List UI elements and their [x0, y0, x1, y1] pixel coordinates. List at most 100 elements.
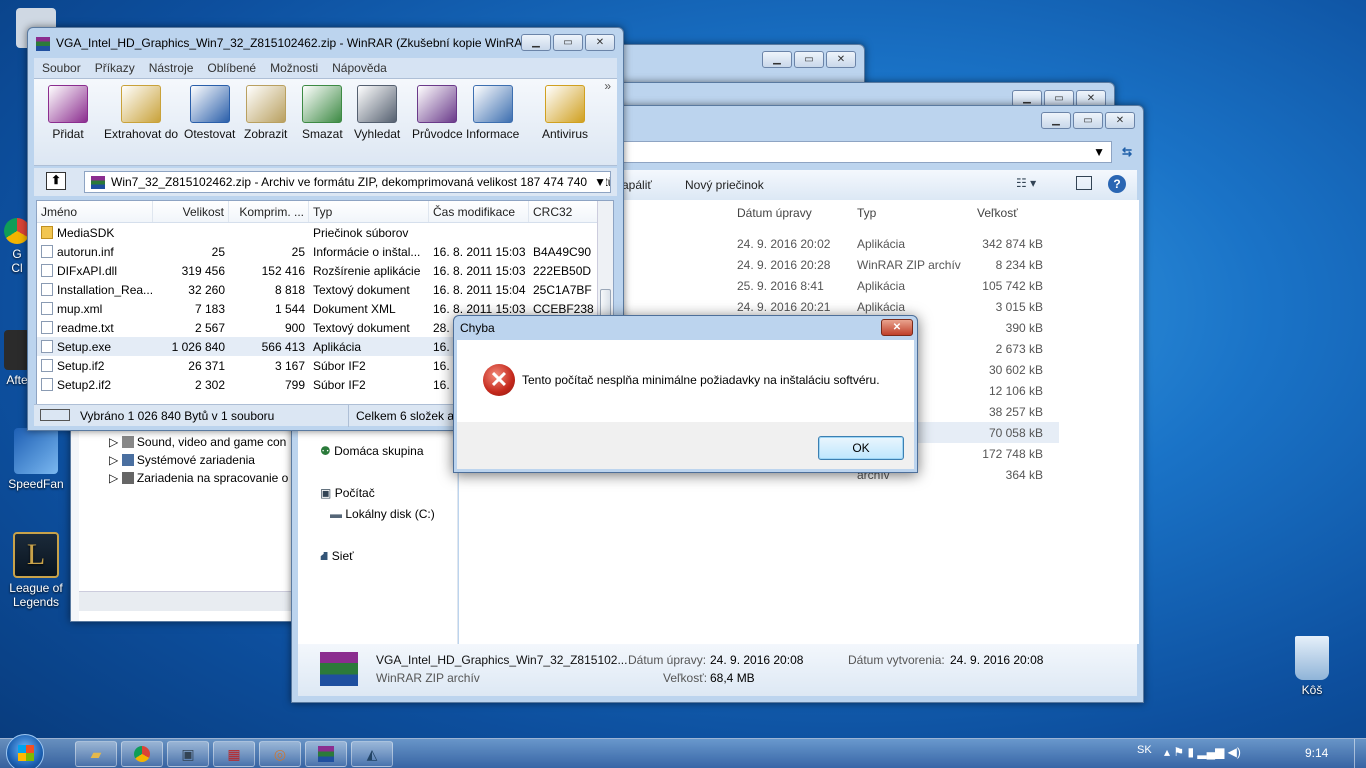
chevron-down-icon[interactable]: ▼ [590, 175, 606, 189]
minimize-button[interactable]: ▁ [1041, 112, 1071, 129]
toolbar-button[interactable]: Antivirus [542, 85, 588, 141]
find-icon [357, 85, 398, 123]
archive-path[interactable]: Win7_32_Z815102462.zip - Archiv ve formá… [84, 171, 611, 193]
close-button[interactable]: ✕ [881, 319, 913, 336]
start-button[interactable] [6, 734, 44, 768]
column-header[interactable]: Komprim. ... [229, 201, 309, 222]
desktop-icon-speedfan[interactable]: SpeedFan [6, 428, 66, 491]
table-cell: 25 [153, 245, 229, 259]
toolbar-button[interactable]: Zobrazit [244, 85, 287, 141]
menu-item[interactable]: Nápověda [332, 61, 387, 75]
error-dialog[interactable]: Chyba ✕ ✕ Tento počítač nesplňa minimáln… [453, 315, 918, 473]
cell-size: 342 874 kB [982, 236, 1043, 251]
tree-item[interactable]: ▷ Sound, video and game con [109, 435, 288, 453]
device-manager-window[interactable]: ▷ Sound, video and game con ▷ Systémové … [70, 400, 300, 622]
league-of-legends-icon: L [13, 532, 59, 578]
error-icon: ✕ [483, 364, 515, 396]
language-indicator[interactable]: SK [1137, 744, 1152, 756]
cell-size: 390 kB [1005, 320, 1043, 335]
address-bar[interactable]: ▼ [612, 141, 1112, 163]
nav-computer[interactable]: ▣ Počítač [320, 486, 375, 500]
minimize-button[interactable]: ▁ [521, 34, 551, 51]
show-desktop-button[interactable] [1354, 739, 1366, 768]
help-icon[interactable]: ? [1108, 175, 1126, 193]
cell-type: Aplikácia [857, 299, 906, 314]
table-cell: 25 [229, 245, 309, 259]
nav-local-disk[interactable]: ▬ Lokálny disk (C:) [330, 507, 435, 521]
path-bar: ⬆ Win7_32_Z815102462.zip - Archiv ve for… [34, 168, 617, 196]
cell-date: 24. 9. 2016 20:21 [737, 299, 831, 314]
maximize-button[interactable]: ▭ [794, 51, 824, 68]
close-button[interactable]: ✕ [826, 51, 856, 68]
clock[interactable]: 9:14 [1305, 746, 1328, 760]
table-cell: 7 183 [153, 302, 229, 316]
table-row[interactable]: MediaSDK Priečinok súborov [37, 223, 613, 242]
minimize-button[interactable]: ▁ [762, 51, 792, 68]
cell-text: 16. 8. 2011 15:03 [433, 263, 526, 278]
column-header[interactable]: CRC32 [529, 201, 599, 222]
taskbar-device-manager[interactable]: ▣ [167, 741, 209, 767]
menu-item[interactable]: Možnosti [270, 61, 318, 75]
nav-homegroup[interactable]: ⚉ Domáca skupina [320, 444, 424, 458]
toolbar-label: Průvodce [412, 127, 463, 141]
cell-type: Aplikácia [857, 236, 906, 251]
taskbar-app-2[interactable]: ◎ [259, 741, 301, 767]
taskbar-explorer[interactable]: ▰ [75, 741, 117, 767]
app-icon: ◎ [273, 746, 287, 762]
table-cell: 8 818 [229, 283, 309, 297]
table-row[interactable]: autorun.inf 25 25 Informácie o inštal... 16.… [37, 242, 613, 261]
tray-icons[interactable]: ▴ ⚑ ▮ ▂▄▆ ◀) [1164, 745, 1241, 759]
cell-text: Rozšírenie aplikácie [313, 263, 421, 278]
toolbar-button[interactable]: Smazat [302, 85, 343, 141]
menu-item[interactable]: Soubor [42, 61, 81, 75]
tree-item[interactable]: ▷ Zariadenia na spracovanie o [109, 471, 288, 489]
menu-item[interactable]: Nástroje [149, 61, 194, 75]
taskbar-winrar[interactable] [305, 741, 347, 767]
toolbar-button[interactable]: Vyhledat [354, 85, 400, 141]
toolbar-overflow-icon[interactable]: » [604, 79, 611, 93]
winrar-app-icon [36, 37, 50, 51]
table-row[interactable]: DIFxAPI.dll 319 456 152 416 Rozšírenie apli… [37, 261, 613, 280]
maximize-button[interactable]: ▭ [1073, 112, 1103, 129]
cell-text: 799 [284, 377, 305, 392]
table-cell: Informácie o inštal... [309, 245, 429, 259]
nav-network[interactable]: ⛘ Sieť [320, 549, 354, 565]
details-file-name: VGA_Intel_HD_Graphics_Win7_32_Z815102... [376, 653, 628, 667]
toolbar-button[interactable]: Otestovat [184, 85, 235, 141]
toolbar-button[interactable]: Průvodce [412, 85, 463, 141]
taskbar-chrome[interactable] [121, 741, 163, 767]
refresh-icon[interactable]: ⇆ [1116, 141, 1138, 163]
desktop-icon-recycle-bin[interactable]: Kôš [1282, 636, 1342, 697]
cell-size: 105 742 kB [982, 278, 1043, 293]
toolbar-button[interactable]: Extrahovat do [104, 85, 178, 141]
taskbar-app-3[interactable]: ◭ [351, 741, 393, 767]
column-header-date[interactable]: Dátum úpravy [729, 206, 849, 220]
column-header[interactable]: Typ [309, 201, 429, 222]
desktop-icon-league[interactable]: L League of Legends [6, 532, 66, 609]
menu-item[interactable]: Oblíbené [207, 61, 256, 75]
taskbar-app[interactable]: ▦ [213, 741, 255, 767]
ok-button[interactable]: OK [818, 436, 904, 460]
table-cell: 319 456 [153, 264, 229, 278]
new-folder-button[interactable]: Nový priečinok [685, 178, 764, 192]
table-row[interactable]: Installation_Rea... 32 260 8 818 Textový do… [37, 280, 613, 299]
preview-pane-icon[interactable] [1076, 176, 1092, 190]
column-header[interactable]: Čas modifikace [429, 201, 529, 222]
tree-item[interactable]: ▷ Systémové zariadenia [109, 453, 288, 471]
status-selection: Vybráno 1 026 840 Bytů v 1 souboru [80, 409, 275, 423]
menu-item[interactable]: Příkazy [95, 61, 135, 75]
toolbar-button[interactable]: Informace [466, 85, 519, 141]
column-header[interactable]: Jméno [37, 201, 153, 222]
column-header-size[interactable]: Veľkosť [969, 206, 1049, 220]
view-options-icon[interactable]: ☷ ▾ [1016, 176, 1036, 190]
paste-button[interactable]: apáliť [622, 178, 652, 192]
maximize-button[interactable]: ▭ [553, 34, 583, 51]
cell-text: CCEBF238 [533, 301, 594, 316]
close-button[interactable]: ✕ [585, 34, 615, 51]
toolbar-label: Informace [466, 127, 520, 141]
column-header-type[interactable]: Typ [849, 206, 969, 220]
column-header[interactable]: Velikost [153, 201, 229, 222]
up-folder-button[interactable]: ⬆ [46, 172, 66, 190]
close-button[interactable]: ✕ [1105, 112, 1135, 129]
toolbar-button[interactable]: Přidat [48, 85, 88, 141]
